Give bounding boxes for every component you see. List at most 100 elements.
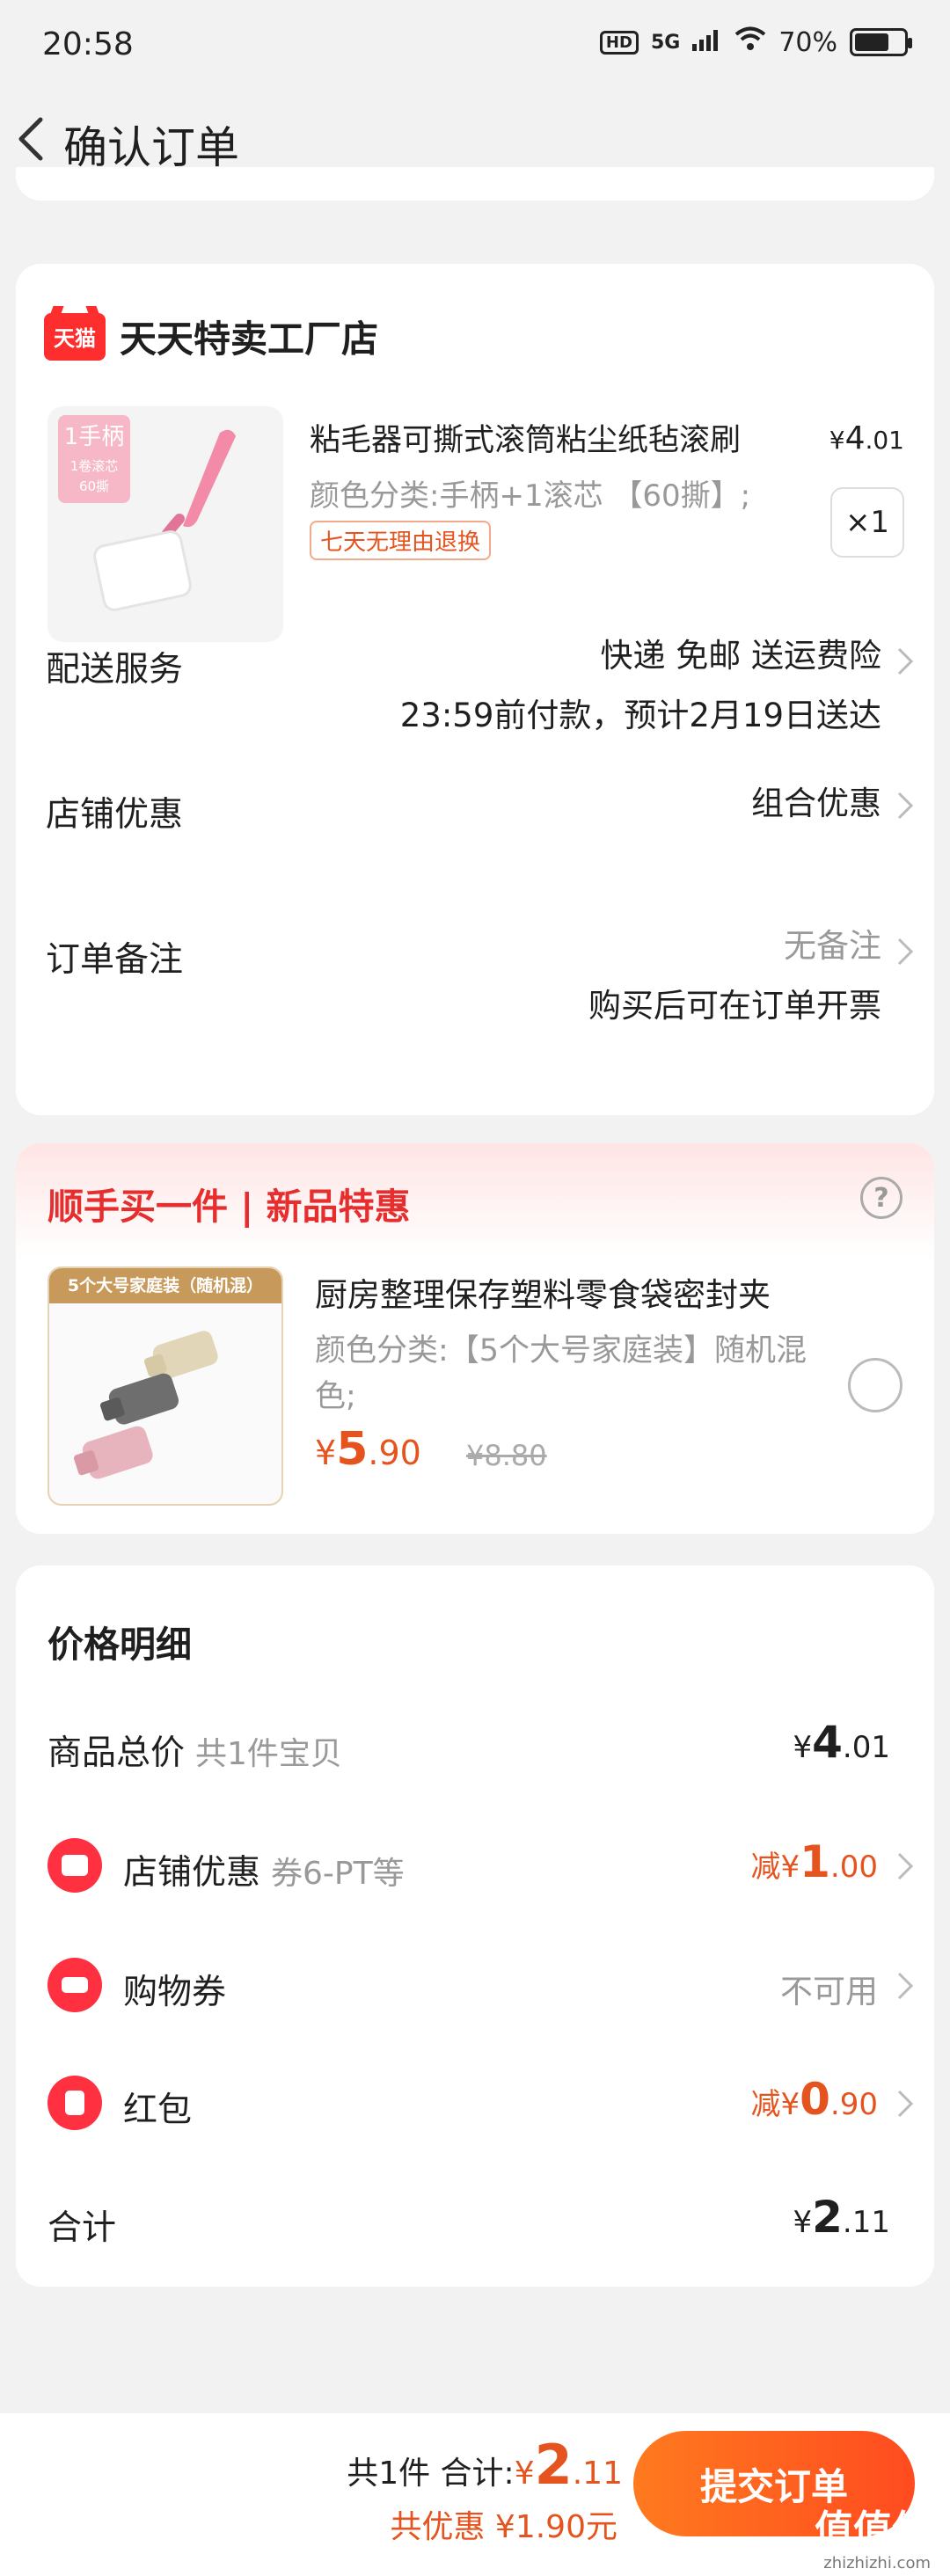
order-note-label: 订单备注 [46,940,184,980]
network-label: 5G [650,31,681,54]
watermark-url: zhizhizhi.com [823,2554,931,2572]
delivery-line1: 快递 免邮 送运费险 [600,637,881,675]
store-discount-value: 组合优惠 [751,774,881,834]
store-coupon-sub: 券6-PT等 [271,1856,405,1892]
invoice-hint: 购买后可在订单开票 [588,987,881,1025]
battery-level [855,33,888,51]
total-dec: .11 [842,2205,890,2240]
product-image-tag: 1手柄 1卷滚芯 60撕 [58,415,130,503]
tmall-logo-icon: 天猫 [44,312,106,361]
chevron-right-icon [895,1850,915,1882]
red-packet-value: 减¥0.90 [750,2074,878,2125]
item-count: 共1件 [347,2456,431,2492]
goods-total-symbol: ¥ [793,1730,813,1765]
red-packet-dec: .90 [829,2087,878,2122]
checkout-bar: 共1件 合计:¥2.11 共优惠 ¥1.90元 提交订单 值值值 zhizhiz… [0,2413,950,2576]
goods-count: 共1件宝贝 [195,1736,342,1772]
battery-percent: 70% [778,26,837,58]
product-image[interactable]: 1手柄 1卷滚芯 60撕 [48,406,283,642]
addon-price-symbol: ¥ [315,1434,337,1472]
store-order-card: 天猫 天天特卖工厂店 1手柄 1卷滚芯 60撕 粘毛器可撕式滚筒粘尘纸毡滚刷 ¥… [16,264,934,1115]
store-header[interactable]: 天猫 天天特卖工厂店 [44,310,378,363]
back-arrow-icon[interactable] [14,114,49,164]
delivery-line2: 23:59前付款，预计2月19日送达 [399,697,881,734]
goods-total-dec: .01 [842,1730,890,1765]
total-symbol: ¥ [793,2205,813,2240]
addon-product-name[interactable]: 厨房整理保存塑料零食袋密封夹 [315,1268,843,1316]
store-name: 天天特卖工厂店 [120,317,379,361]
shopping-voucher-value: 不可用 [780,1973,878,2010]
checkout-total-int: 2 [534,2433,573,2497]
delivery-info: 快递 免邮 送运费险 23:59前付款，预计2月19日送达 [400,626,881,746]
store-coupon-dec: .00 [829,1850,878,1885]
total-label: 合计 [48,2208,117,2248]
delivery-label: 配送服务 [46,650,184,690]
store-coupon-label: 店铺优惠 券6-PT等 [123,1845,405,1894]
shopping-voucher-label: 购物券 [123,1973,227,2012]
status-time: 20:58 [42,26,134,62]
address-card-edge [16,167,934,201]
store-coupon-value: 减¥1.00 [750,1836,878,1887]
status-icons: HD 5G 70% [599,26,912,58]
chevron-right-icon [895,2088,915,2120]
help-icon[interactable]: ? [860,1177,902,1219]
thumb-tag-line2: 1卷滚芯 [69,458,119,474]
price-detail-title: 价格明细 [48,1624,192,1666]
status-bar: 20:58 HD 5G 70% [0,0,950,88]
battery-icon [850,28,912,56]
site-watermark: 值值值 zhizhizhi.com [815,2498,931,2572]
return-policy-badge: 七天无理由退换 [310,521,492,560]
store-coupon-text: 店铺优惠 [123,1853,261,1893]
price-detail-card: 价格明细 商品总价 共1件宝贝 ¥4.01 店铺优惠 券6-PT等 减¥1.00 购… [16,1565,934,2287]
total-value: ¥2.11 [793,2192,890,2243]
checkout-summary: 共1件 合计:¥2.11 [347,2433,623,2497]
store-discount-text: 组合优惠 [751,784,881,822]
store-coupon-icon [48,1838,102,1893]
addon-image-banner: 5个大号家庭装（随机混） [49,1268,281,1303]
order-note-value: 无备注 购买后可在订单开票 [588,916,881,1036]
red-packet-int: 0 [800,2074,830,2125]
quantity-stepper[interactable]: ×1 [830,487,904,558]
checkout-total-dec: .11 [572,2456,623,2492]
store-coupon-prefix: 减 [750,1850,781,1885]
store-coupon-int: 1 [800,1836,830,1887]
price-int: 4 [844,420,866,456]
signal-icon [692,27,722,58]
store-discount-label: 店铺优惠 [46,795,184,835]
addon-offer-card: 顺手买一件 | 新品特惠 ? 5个大号家庭装（随机混） 厨房整理保存塑料零食袋密… [16,1143,934,1534]
goods-total-text: 商品总价 [48,1733,186,1773]
total-int: 2 [812,2192,843,2243]
total-caption: 合计: [440,2456,515,2492]
chevron-right-icon [895,646,915,677]
price-dec: .01 [865,426,904,455]
store-coupon-symbol: ¥ [780,1850,800,1885]
total-symbol: ¥ [514,2456,535,2492]
red-packet-label: 红包 [123,2091,193,2130]
addon-product-sku: 颜色分类:【5个大号家庭装】随机混色; [315,1333,808,1414]
addon-price-int: 5 [336,1423,369,1476]
checkout-discount: 共优惠 ¥1.90元 [390,2509,618,2545]
hd-icon: HD [599,30,639,55]
thumb-tag-line3: 60撕 [78,478,110,494]
thumb-tag-line1: 1手柄 [63,424,125,450]
product-sku[interactable]: 颜色分类:手柄+1滚芯 【60撕】; [310,471,829,514]
product-title[interactable]: 粘毛器可撕式滚筒粘尘纸毡滚刷 [310,415,811,460]
red-packet-icon [48,2076,102,2130]
goods-total-int: 4 [812,1717,843,1768]
addon-title: 顺手买一件 | 新品特惠 [48,1186,411,1228]
price-symbol: ¥ [829,426,845,455]
goods-total-value: ¥4.01 [793,1717,890,1768]
addon-product-image[interactable]: 5个大号家庭装（随机混） [48,1266,283,1506]
goods-total-label: 商品总价 共1件宝贝 [48,1726,342,1775]
watermark-logo: 值值值 [815,2507,931,2552]
red-packet-symbol: ¥ [780,2087,800,2122]
wifi-icon [734,26,766,58]
red-packet-prefix: 减 [750,2087,781,2122]
addon-select-radio[interactable] [848,1358,902,1412]
addon-price-dec: .90 [368,1434,421,1472]
chevron-right-icon [895,1970,915,2002]
chevron-right-icon [895,790,915,821]
order-note-text: 无备注 [784,927,881,965]
chevron-right-icon [895,936,915,967]
addon-price: ¥5.90 [315,1423,421,1476]
